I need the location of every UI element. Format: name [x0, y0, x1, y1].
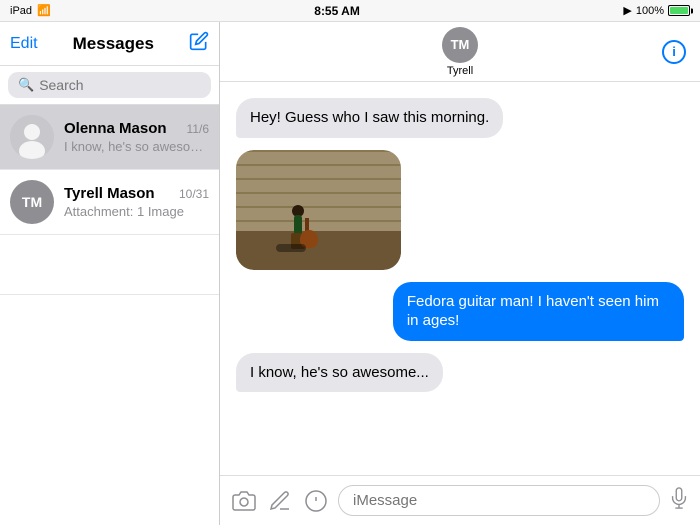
battery-icon [668, 5, 690, 16]
conv-name-olenna: Olenna Mason [64, 120, 167, 137]
search-wrapper[interactable]: 🔍 [8, 72, 211, 98]
bubble-3: Fedora guitar man! I haven't seen him in… [393, 282, 684, 341]
search-bar: 🔍 [0, 66, 219, 105]
chat-avatar: TM [442, 27, 478, 63]
chat-contact-name: Tyrell [447, 65, 473, 77]
message-row-3: Fedora guitar man! I haven't seen him in… [236, 282, 684, 341]
guitar-image [236, 150, 401, 270]
sidebar-header: Edit Messages [0, 22, 219, 66]
search-icon: 🔍 [18, 77, 34, 93]
search-input[interactable] [39, 77, 201, 93]
conversation-item-tyrell[interactable]: TM Tyrell Mason 10/31 Attachment: 1 Imag… [0, 170, 219, 235]
conv-date-tyrell: 10/31 [179, 187, 209, 201]
avatar-tyrell: TM [10, 180, 54, 224]
conv-info-olenna: Olenna Mason 11/6 I know, he's so awesom… [64, 120, 209, 154]
info-button[interactable]: i [662, 40, 686, 64]
app-container: Edit Messages 🔍 [0, 22, 700, 525]
app-button[interactable] [302, 487, 330, 515]
conv-preview-olenna: I know, he's so awesome... [64, 139, 209, 154]
compose-button[interactable] [189, 31, 209, 56]
avatar-olenna [10, 115, 54, 159]
mic-button[interactable] [668, 487, 690, 514]
empty-row-1 [0, 235, 219, 295]
media-bubble [236, 150, 401, 270]
conversation-item-olenna[interactable]: Olenna Mason 11/6 I know, he's so awesom… [0, 105, 219, 170]
status-right: ▶ 100% [623, 4, 690, 17]
conv-info-tyrell: Tyrell Mason 10/31 Attachment: 1 Image [64, 185, 209, 219]
conv-date-olenna: 11/6 [187, 122, 209, 136]
chat-header: TM Tyrell i [220, 22, 700, 82]
conv-name-tyrell: Tyrell Mason [64, 185, 155, 202]
edit-button[interactable]: Edit [10, 35, 38, 53]
camera-button[interactable] [230, 487, 258, 515]
status-left: iPad 📶 [10, 4, 51, 17]
message-row-1: Hey! Guess who I saw this morning. [236, 98, 684, 138]
conversation-list: Olenna Mason 11/6 I know, he's so awesom… [0, 105, 219, 525]
messages-area: Hey! Guess who I saw this morning. [220, 82, 700, 475]
handwriting-button[interactable] [266, 487, 294, 515]
chat-panel: TM Tyrell i Hey! Guess who I saw this mo… [220, 22, 700, 525]
bubble-4: I know, he's so awesome... [236, 353, 443, 393]
sidebar-title: Messages [73, 34, 154, 54]
message-row-4: I know, he's so awesome... [236, 353, 684, 393]
sidebar: Edit Messages 🔍 [0, 22, 220, 525]
status-bar: iPad 📶 8:55 AM ▶ 100% [0, 0, 700, 22]
chat-input-bar [220, 475, 700, 525]
conv-preview-tyrell: Attachment: 1 Image [64, 204, 209, 219]
bubble-1: Hey! Guess who I saw this morning. [236, 98, 503, 138]
wifi-icon: 📶 [37, 4, 51, 17]
message-row-2 [236, 150, 684, 270]
battery-percent: 100% [636, 5, 664, 17]
chat-contact-info: TM Tyrell [442, 27, 478, 77]
carrier-label: iPad [10, 5, 32, 17]
signal-icon: ▶ [623, 4, 631, 17]
empty-row-2 [0, 295, 219, 355]
status-time: 8:55 AM [314, 4, 360, 18]
imessage-input[interactable] [338, 485, 660, 516]
